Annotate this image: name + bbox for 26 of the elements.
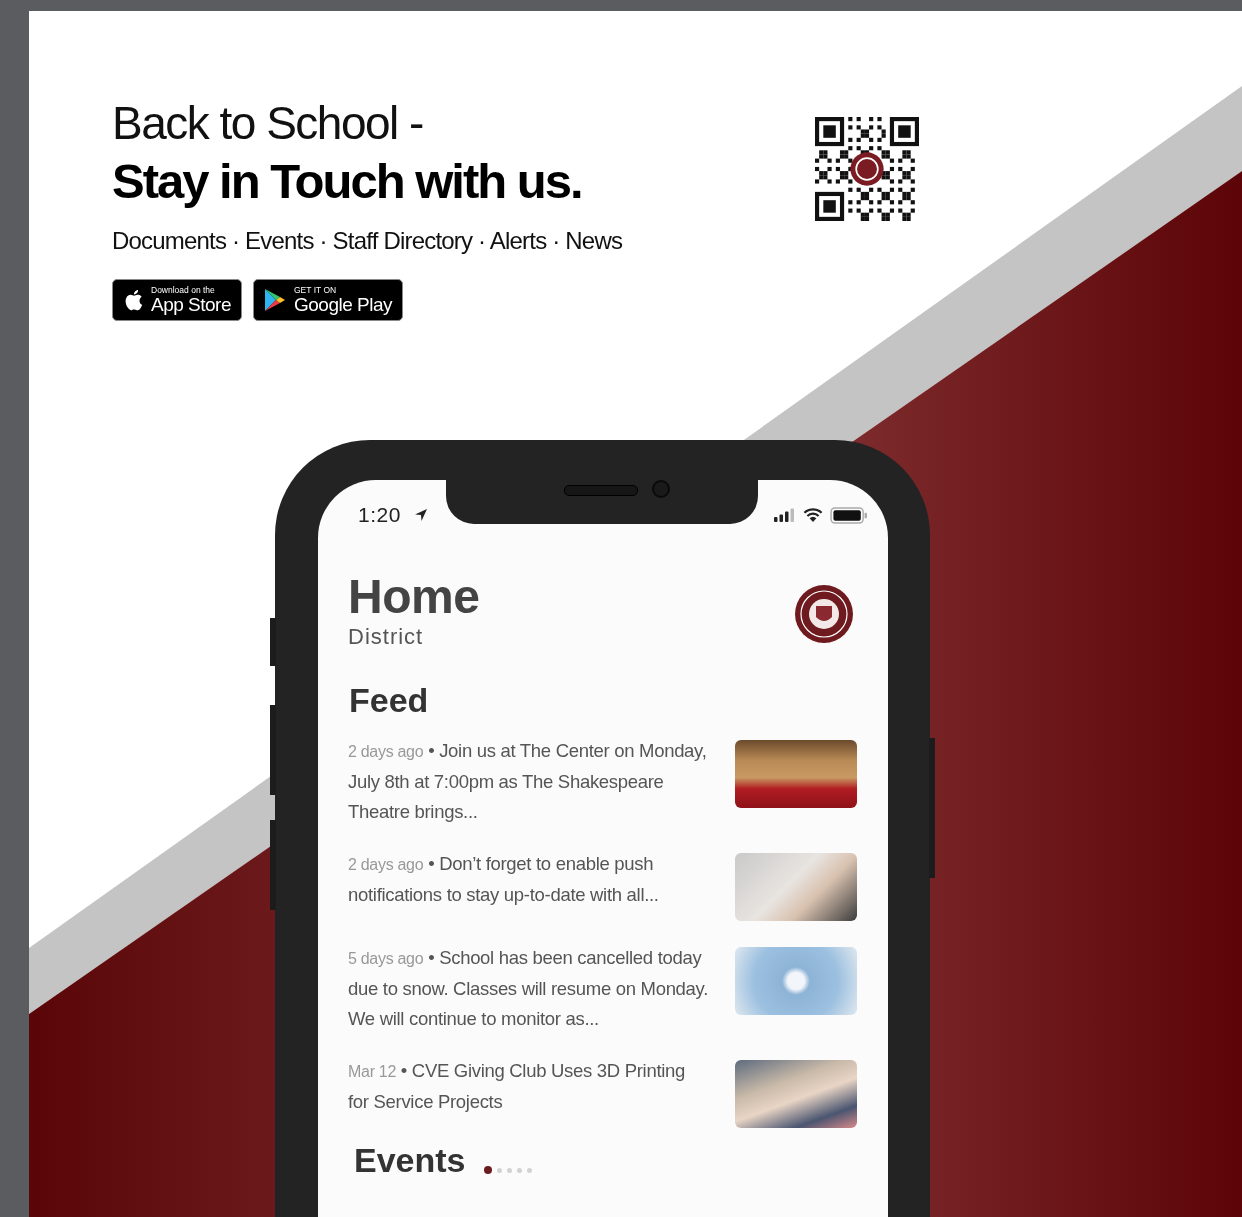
- screen-title: Home: [348, 572, 480, 622]
- page-dot[interactable]: [496, 1167, 502, 1173]
- seal-logo-icon[interactable]: [794, 584, 854, 644]
- feed-item-text[interactable]: 2 days ago • Don’t forget to enable push notifications to stay up-to-date with all...: [348, 849, 710, 910]
- feature-list: Documents · Events · Staff Directory · Alerts · News: [112, 227, 732, 255]
- section-heading: Events: [353, 1140, 466, 1180]
- signal-icon: [774, 508, 796, 522]
- feed-item-text[interactable]: 2 days ago • Join us at The Center on Monday, July 8th at 7:00pm as The Shakespeare Theatre brings...: [348, 736, 710, 827]
- google-play-badge[interactable]: GET IT ON Google Play: [253, 279, 403, 321]
- page-dot[interactable]: [516, 1167, 522, 1173]
- section-heading: Feed: [348, 680, 430, 720]
- battery-icon: [830, 506, 868, 524]
- screen-subtitle: District: [348, 624, 425, 650]
- feed-item-text[interactable]: 5 days ago • School has been cancelled today due to snow. Classes will resume on Monday. We will continue to monitor as...: [348, 943, 710, 1034]
- apple-icon: [123, 288, 143, 312]
- wifi-icon: [803, 508, 823, 522]
- page-dot[interactable]: [483, 1166, 492, 1174]
- play-triangle-icon: [264, 288, 286, 312]
- feed-item-text[interactable]: Mar 12 • CVE Giving Club Uses 3D Printing for Service Projects: [348, 1056, 710, 1117]
- page-dot[interactable]: [506, 1167, 512, 1173]
- page-dot[interactable]: [526, 1167, 532, 1173]
- poster-title: Back to School -: [112, 96, 424, 151]
- app-store-badge[interactable]: Download on the App Store: [112, 279, 242, 321]
- status-time: 1:20: [358, 503, 401, 527]
- poster-headline: Stay in Touch with us.: [112, 153, 583, 210]
- location-arrow-icon: [413, 508, 428, 522]
